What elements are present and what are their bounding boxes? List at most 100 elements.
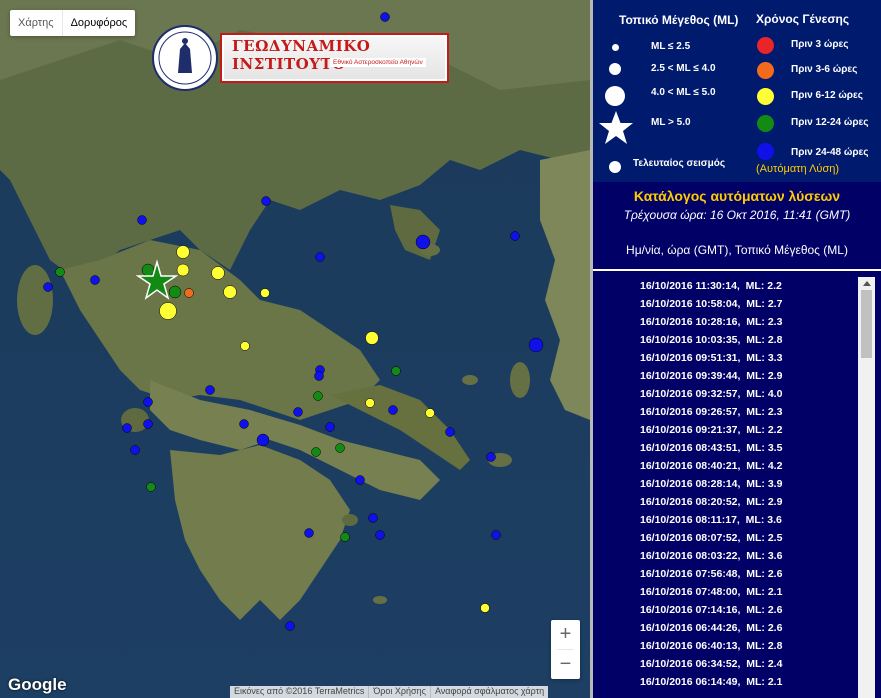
- quake-marker: [184, 288, 194, 298]
- quake-marker: [137, 215, 147, 225]
- quake-marker: [355, 475, 365, 485]
- event-row[interactable]: 16/10/2016 09:32:57, ML: 4.0: [593, 385, 858, 403]
- quake-marker: [143, 397, 153, 407]
- green-time-icon: [757, 115, 774, 132]
- quake-marker: [141, 263, 155, 277]
- event-row[interactable]: 16/10/2016 08:07:52, ML: 2.5: [593, 529, 858, 547]
- quake-marker: [256, 433, 270, 447]
- quake-marker: [130, 445, 140, 455]
- yellow-time-icon: [757, 88, 774, 105]
- small-magnitude-icon: [612, 44, 619, 51]
- zoom-out-button[interactable]: −: [551, 650, 580, 679]
- time-legend-title: Χρόνος Γένεσης: [756, 12, 850, 26]
- zoom-in-button[interactable]: +: [551, 620, 580, 649]
- event-row[interactable]: 16/10/2016 09:26:57, ML: 2.3: [593, 403, 858, 421]
- quake-marker: [90, 275, 100, 285]
- quake-marker: [176, 245, 190, 259]
- event-row[interactable]: 16/10/2016 07:14:16, ML: 2.6: [593, 601, 858, 619]
- event-row[interactable]: 16/10/2016 06:14:49, ML: 2.1: [593, 673, 858, 691]
- quake-marker: [261, 196, 271, 206]
- event-row[interactable]: 16/10/2016 06:44:26, ML: 2.6: [593, 619, 858, 637]
- quake-marker: [55, 267, 65, 277]
- list-scrollbar[interactable]: [858, 277, 875, 698]
- event-row[interactable]: 16/10/2016 07:48:00, ML: 2.1: [593, 583, 858, 601]
- time-label: Πριν 3 ώρες: [791, 39, 849, 50]
- quake-marker: [176, 263, 190, 277]
- magnitude-label: 4.0 < ML ≤ 5.0: [651, 87, 716, 98]
- auto-solution-note: (Αυτόματη Λύση): [756, 163, 840, 175]
- quake-marker: [159, 302, 177, 320]
- quake-marker: [314, 371, 324, 381]
- quake-marker: [311, 447, 321, 457]
- quake-marker: [380, 12, 390, 22]
- quake-marker: [293, 407, 303, 417]
- scroll-up-icon[interactable]: [863, 281, 871, 286]
- event-row[interactable]: 16/10/2016 09:39:44, ML: 2.9: [593, 367, 858, 385]
- quake-marker: [491, 530, 501, 540]
- quake-marker: [486, 452, 496, 462]
- quake-marker: [335, 443, 345, 453]
- event-row[interactable]: 16/10/2016 08:40:21, ML: 4.2: [593, 457, 858, 475]
- quake-marker: [340, 532, 350, 542]
- medium-magnitude-icon: [609, 63, 621, 75]
- event-row[interactable]: 16/10/2016 06:40:13, ML: 2.8: [593, 637, 858, 655]
- catalog-divider: [593, 269, 881, 271]
- event-list[interactable]: 16/10/2016 11:30:14, ML: 2.2 16/10/2016 1…: [593, 277, 858, 698]
- event-row[interactable]: 16/10/2016 09:51:31, ML: 3.3: [593, 349, 858, 367]
- orange-time-icon: [757, 62, 774, 79]
- quake-marker: [375, 530, 385, 540]
- last-event-icon: [609, 161, 621, 173]
- quake-marker: [365, 398, 375, 408]
- red-time-icon: [757, 37, 774, 54]
- magnitude-legend-title: Τοπικό Μέγεθος (ML): [619, 13, 739, 27]
- event-row[interactable]: 16/10/2016 09:21:37, ML: 2.2: [593, 421, 858, 439]
- quake-marker: [315, 252, 325, 262]
- quake-marker: [304, 528, 314, 538]
- event-row[interactable]: 16/10/2016 08:03:22, ML: 3.6: [593, 547, 858, 565]
- catalog-title: Κατάλογος αυτόματων λύσεων: [633, 188, 841, 204]
- event-row[interactable]: 16/10/2016 11:30:14, ML: 2.2: [593, 277, 858, 295]
- quake-marker: [211, 266, 225, 280]
- catalog: Κατάλογος αυτόματων λύσεων Τρέχουσα ώρα:…: [593, 182, 881, 698]
- quake-marker: [415, 234, 431, 250]
- quake-marker: [205, 385, 215, 395]
- quake-marker: [143, 419, 153, 429]
- event-row[interactable]: 16/10/2016 10:03:35, ML: 2.8: [593, 331, 858, 349]
- satellite-map[interactable]: Χάρτης Δορυφόρος ΓΕΩΔΥΝΑΜΙΚΟ ΙΝΣΤΙΤΟΥΤΟ …: [0, 0, 590, 698]
- event-row[interactable]: 16/10/2016 06:34:52, ML: 2.4: [593, 655, 858, 673]
- zoom-control: + −: [551, 620, 580, 679]
- quake-marker: [168, 285, 182, 299]
- quake-marker: [425, 408, 435, 418]
- quake-marker: [368, 513, 378, 523]
- current-time: Τρέχουσα ώρα: 16 Οκτ 2016, 11:41 (GMT): [623, 208, 851, 222]
- blue-time-icon: [757, 143, 774, 160]
- event-row[interactable]: 16/10/2016 08:20:52, ML: 2.9: [593, 493, 858, 511]
- quake-marker: [313, 391, 323, 401]
- time-label: Πριν 12-24 ώρες: [791, 117, 869, 128]
- quake-marker: [325, 422, 335, 432]
- event-row[interactable]: 16/10/2016 10:58:04, ML: 2.7: [593, 295, 858, 313]
- report-error-link[interactable]: Αναφορά σφάλματος χάρτη: [429, 686, 548, 698]
- quake-marker: [445, 427, 455, 437]
- earthquake-markers: [43, 12, 544, 631]
- magnitude-label: ML ≤ 2.5: [651, 41, 691, 52]
- event-row[interactable]: 16/10/2016 08:11:17, ML: 3.6: [593, 511, 858, 529]
- magnitude-label: 2.5 < ML ≤ 4.0: [651, 63, 716, 74]
- terms-link[interactable]: Όροι Χρήσης: [368, 686, 430, 698]
- time-label: Πριν 3-6 ώρες: [791, 64, 858, 75]
- quake-marker: [388, 405, 398, 415]
- event-row[interactable]: 16/10/2016 08:43:51, ML: 3.5: [593, 439, 858, 457]
- event-row[interactable]: 16/10/2016 08:28:14, ML: 3.9: [593, 475, 858, 493]
- google-logo[interactable]: Google: [8, 675, 67, 695]
- quake-marker: [223, 285, 237, 299]
- event-row[interactable]: 16/10/2016 07:56:48, ML: 2.6: [593, 565, 858, 583]
- last-event-label: Τελευταίος σεισμός: [633, 158, 726, 169]
- quake-marker: [146, 482, 156, 492]
- star-magnitude-icon: [599, 111, 633, 144]
- scroll-thumb[interactable]: [861, 290, 872, 358]
- map-attribution: Εικόνες από ©2016 TerraMetrics Όροι Χρήσ…: [230, 686, 549, 698]
- event-row[interactable]: 16/10/2016 10:28:16, ML: 2.3: [593, 313, 858, 331]
- quake-marker: [391, 366, 401, 376]
- quake-marker: [240, 341, 250, 351]
- imagery-credit: Εικόνες από ©2016 TerraMetrics: [234, 686, 365, 696]
